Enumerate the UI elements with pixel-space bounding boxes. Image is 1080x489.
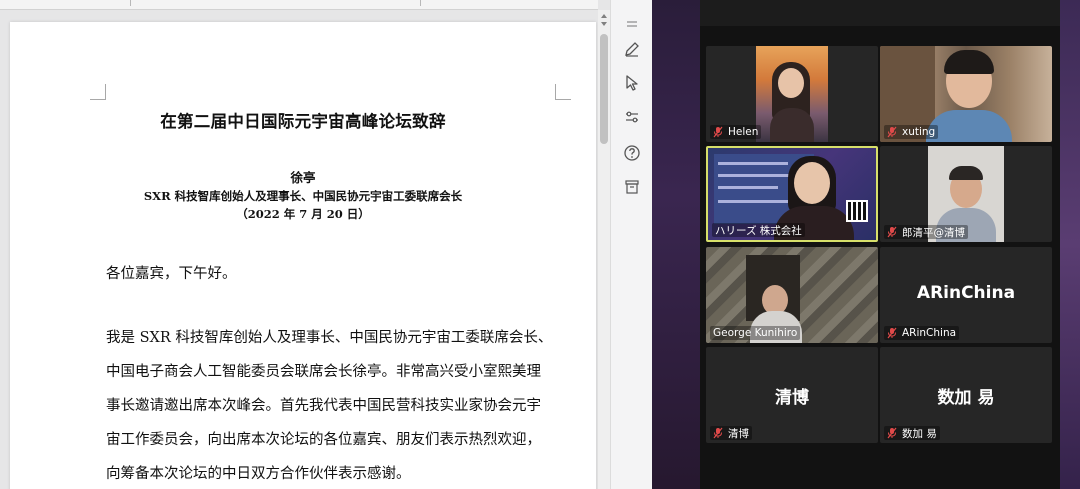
mic-muted-icon [887,427,897,439]
margin-corner-top-right [555,84,571,100]
meeting-gallery: Helen xuting ハリーズ 株式会社 郎清平@清博 George Kun… [700,0,1060,489]
document-date: （2022 年 7 月 20 日） [236,207,370,221]
participant-display-name: 数加 易 [937,388,995,408]
participant-tile-harris-active-speaker[interactable]: ハリーズ 株式会社 [706,146,878,242]
desktop-background [652,0,700,489]
participant-name: ハリーズ 株式会社 [715,224,802,237]
document-page: 在第二届中日国际元宇宙高峰论坛致辞 徐亭 SXR 科技智库创始人及理事长、中国民… [10,22,596,489]
document-ruler [0,0,598,10]
document-paragraph: 我是 SXR 科技智库创始人及理事长、中国民协元宇宙工委联席会长、 中国电子商会… [106,324,566,489]
participant-name-tag: ARinChina [884,326,960,340]
cursor-icon[interactable] [621,72,643,94]
participant-tile-langqingping[interactable]: 郎清平@清博 [880,146,1052,242]
participant-name-tag: George Kunihiro [710,326,801,340]
menu-handle-icon[interactable] [621,14,643,36]
mic-muted-icon [887,327,897,339]
scroll-up-arrow-icon[interactable] [601,14,607,18]
document-scrollbar[interactable] [598,10,610,489]
participant-name: 清博 [728,427,749,440]
document-author-role: SXR 科技智库创始人及理事长、中国民协元宇宙工委联席会长 [143,189,463,203]
paragraph-line: 中国电子商会人工智能委员会联席会长徐亭。非常高兴受小室熙美理 [106,364,541,380]
document-title: 在第二届中日国际元宇宙高峰论坛致辞 [160,112,446,131]
document-greeting: 各位嘉宾，下午好。 [106,266,237,282]
scrollbar-thumb[interactable] [600,34,608,144]
desktop-background-right [1060,0,1080,489]
paragraph-line: 我是 SXR 科技智库创始人及理事长、中国民协元宇宙工委联席会长、 [106,330,553,346]
participant-name-tag: 清博 [710,426,752,440]
participant-name: 数加 易 [902,427,937,440]
meeting-topbar [700,0,1060,26]
sliders-icon[interactable] [621,106,643,128]
participant-name: xuting [902,126,936,138]
paragraph-line: 向筹备本次论坛的中日双方合作伙伴表示感谢。 [106,466,411,482]
archive-icon[interactable] [621,176,643,198]
mic-muted-icon [713,427,723,439]
margin-corner-top-left [90,84,106,100]
mic-muted-icon [713,126,723,138]
paragraph-line: 宙工作委员会，向出席本次论坛的各位嘉宾、朋友们表示热烈欢迎， [106,432,541,448]
ruler-tick [420,0,421,6]
mic-muted-icon [887,126,897,138]
participant-tile-helen[interactable]: Helen [706,46,878,142]
participant-name-tag: ハリーズ 株式会社 [712,223,805,237]
ruler-tick [130,0,131,6]
participant-name: 郎清平@清博 [902,226,965,239]
paragraph-line: 事长邀请邀出席本次峰会。首先我代表中国民营科技实业家协会元宇 [106,398,541,414]
participant-display-name: ARinChina [916,283,1016,303]
screen: 在第二届中日国际元宇宙高峰论坛致辞 徐亭 SXR 科技智库创始人及理事长、中国民… [0,0,1080,489]
participant-tile-arinchina[interactable]: ARinChina ARinChina [880,247,1052,343]
qr-code [846,200,868,222]
participant-name-tag: Helen [710,125,762,139]
participant-video [756,46,828,142]
participant-name: George Kunihiro [713,327,798,339]
help-icon[interactable] [621,142,643,164]
document-tool-rail [610,0,652,489]
document-viewer: 在第二届中日国际元宇宙高峰论坛致辞 徐亭 SXR 科技智库创始人及理事长、中国民… [0,0,652,489]
participant-name: Helen [728,126,759,138]
participant-tile-george[interactable]: George Kunihiro [706,247,878,343]
mic-muted-icon [887,226,897,238]
participant-name-tag: 郎清平@清博 [884,225,968,239]
participant-tile-xuting[interactable]: xuting [880,46,1052,142]
participant-tile-shujia-yi[interactable]: 数加 易 数加 易 [880,347,1052,443]
participant-display-name: 清博 [775,388,809,408]
participant-name-tag: xuting [884,125,939,139]
participant-name-tag: 数加 易 [884,426,940,440]
scroll-down-arrow-icon[interactable] [601,22,607,26]
participant-tile-qingbo[interactable]: 清博 清博 [706,347,878,443]
participant-name: ARinChina [902,327,957,339]
document-author: 徐亭 [290,170,316,185]
pen-icon[interactable] [621,38,643,60]
